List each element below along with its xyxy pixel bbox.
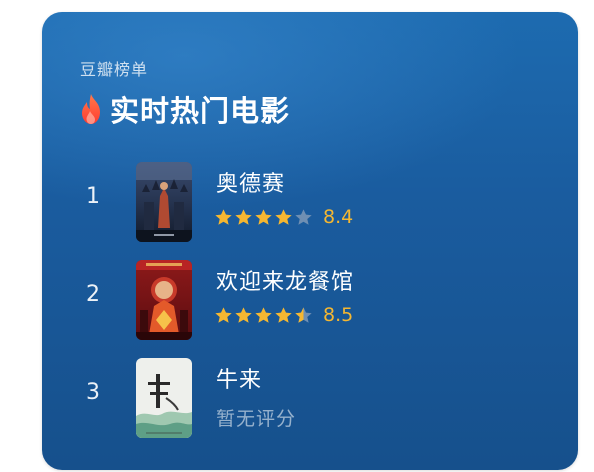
movie-poster[interactable] bbox=[136, 260, 192, 340]
poster-niulai-image bbox=[136, 358, 192, 438]
star-full-icon bbox=[275, 306, 292, 323]
star-half-icon bbox=[295, 306, 312, 323]
star-full-icon bbox=[215, 208, 232, 225]
poster-odyssey-image bbox=[136, 162, 192, 242]
rank-number: 2 bbox=[86, 282, 100, 307]
star-full-icon bbox=[235, 306, 252, 323]
hot-movies-card[interactable]: 豆瓣榜单 实时热门电影 1 奥德赛 8.4 2 欢迎来龙餐馆 8.5 3 牛来 … bbox=[42, 12, 578, 470]
star-full-icon bbox=[255, 208, 272, 225]
movie-title[interactable]: 奥德赛 bbox=[216, 166, 285, 198]
star-full-icon bbox=[235, 208, 252, 225]
rating-score: 8.4 bbox=[323, 206, 354, 228]
rating-row: 8.4 bbox=[214, 206, 353, 228]
card-title: 实时热门电影 bbox=[110, 94, 291, 128]
star-full-icon bbox=[215, 306, 232, 323]
star-rating bbox=[214, 208, 313, 227]
rating-score: 8.5 bbox=[323, 304, 354, 326]
card-header: 实时热门电影 bbox=[78, 88, 290, 130]
star-rating bbox=[214, 306, 313, 325]
movie-title[interactable]: 牛来 bbox=[216, 362, 262, 394]
rating-row: 8.5 bbox=[214, 304, 353, 326]
star-full-icon bbox=[275, 208, 292, 225]
rank-number: 1 bbox=[86, 184, 100, 209]
star-full-icon bbox=[255, 306, 272, 323]
star-empty-icon bbox=[295, 208, 312, 225]
movie-list-item[interactable]: 1 奥德赛 8.4 bbox=[42, 162, 578, 242]
movie-title[interactable]: 欢迎来龙餐馆 bbox=[216, 264, 354, 296]
movie-list-item[interactable]: 2 欢迎来龙餐馆 8.5 bbox=[42, 260, 578, 340]
rank-number: 3 bbox=[86, 380, 100, 405]
poster-dragon-restaurant-image bbox=[136, 260, 192, 340]
movie-poster[interactable] bbox=[136, 358, 192, 438]
movie-poster[interactable] bbox=[136, 162, 192, 242]
flame-icon bbox=[82, 94, 100, 124]
no-rating-label: 暂无评分 bbox=[216, 408, 297, 430]
movie-list-item[interactable]: 3 牛来 暂无评分 bbox=[42, 358, 578, 438]
source-label: 豆瓣榜单 bbox=[80, 60, 149, 79]
